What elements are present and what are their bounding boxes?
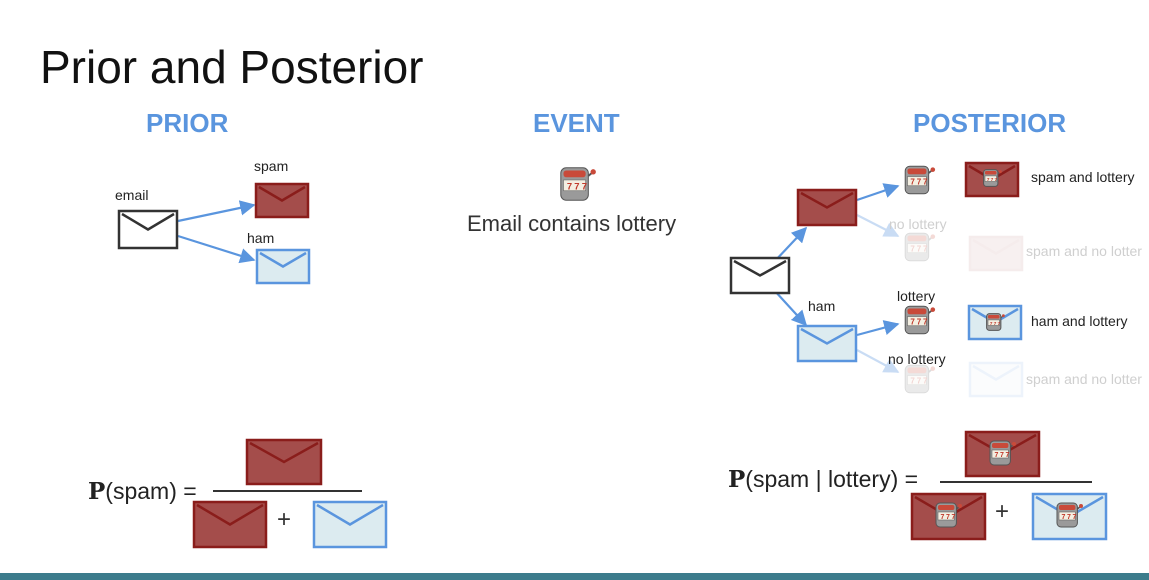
arrow-email-to-ham	[177, 234, 256, 264]
svg-text:7: 7	[917, 245, 922, 254]
envelope-icon-posterior-ham	[796, 324, 858, 363]
no-lottery-label-spam: no lottery	[889, 216, 947, 232]
svg-text:7: 7	[995, 452, 999, 459]
envelope-icon-email	[117, 209, 179, 250]
svg-text:7: 7	[923, 318, 928, 327]
envelope-icon-outcome-spam-no-lottery	[968, 235, 1024, 272]
envelope-icon-formula-prior-numerator	[245, 438, 323, 486]
arrow-email-to-ham-post	[773, 289, 808, 327]
svg-text:7: 7	[941, 514, 945, 521]
svg-text:7: 7	[923, 377, 928, 386]
slot-machine-icon-event: 777	[560, 167, 596, 201]
svg-text:7: 7	[1006, 452, 1010, 459]
svg-text:7: 7	[1062, 514, 1066, 521]
prior-formula-P: P	[88, 478, 106, 505]
outcome-spam-and-no-lottery: spam and no lotter	[1026, 243, 1142, 259]
prior-plus-sign: +	[277, 506, 292, 533]
ham-label-posterior: ham	[808, 298, 836, 314]
svg-text:7: 7	[994, 321, 997, 327]
svg-text:7: 7	[990, 321, 993, 327]
outcome-spam-and-lottery: spam and lottery	[1031, 169, 1135, 185]
svg-text:7: 7	[574, 181, 579, 192]
outcome-ham-and-no-lottery: spam and no lotter	[1026, 371, 1142, 387]
bottom-bar	[0, 573, 1149, 580]
envelope-icon-posterior-email	[729, 256, 791, 295]
svg-text:7: 7	[917, 178, 922, 187]
svg-text:7: 7	[910, 377, 915, 386]
event-text: Email contains lottery	[467, 211, 677, 236]
envelope-icon-spam	[254, 182, 310, 219]
slot-machine-icon-spam-lottery: 777	[904, 165, 936, 195]
svg-text:7: 7	[987, 177, 990, 183]
svg-text:7: 7	[997, 321, 1000, 327]
arrow-spam-to-lottery	[856, 183, 900, 202]
svg-text:7: 7	[923, 245, 928, 254]
svg-text:7: 7	[910, 318, 915, 327]
svg-text:7: 7	[946, 514, 950, 521]
svg-text:7: 7	[994, 177, 997, 183]
spam-label: spam	[254, 158, 289, 174]
svg-text:7: 7	[991, 177, 994, 183]
envelope-icon-formula-prior-denom-spam	[192, 500, 268, 549]
svg-text:7: 7	[952, 514, 956, 521]
posterior-formula-lhs: P(spam | lottery) =	[728, 466, 918, 493]
envelope-icon-formula-prior-denom-ham	[312, 500, 388, 549]
slot-machine-icon-spam-no-lottery: 777	[904, 232, 936, 262]
slot-machine-icon-ham-no-lottery: 777	[904, 364, 936, 394]
svg-text:7: 7	[582, 181, 587, 192]
envelope-icon-outcome-ham-no-lottery	[968, 361, 1024, 398]
posterior-formula-P: P	[728, 466, 746, 493]
svg-text:7: 7	[1000, 452, 1004, 459]
envelope-icon-ham	[255, 248, 311, 285]
posterior-formula-arg: (spam | lottery) =	[745, 466, 919, 492]
lottery-label: lottery	[897, 288, 936, 304]
svg-text:7: 7	[917, 318, 922, 327]
prior-formula-arg: (spam) =	[105, 478, 197, 504]
arrow-email-to-spam	[177, 200, 256, 223]
no-lottery-label-ham: no lottery	[888, 351, 946, 367]
email-label: email	[115, 187, 149, 203]
prior-formula-lhs: P(spam) =	[88, 478, 197, 505]
svg-text:7: 7	[910, 245, 915, 254]
svg-text:7: 7	[910, 178, 915, 187]
svg-text:7: 7	[917, 377, 922, 386]
svg-text:7: 7	[923, 178, 928, 187]
posterior-plus-sign: +	[995, 498, 1010, 525]
outcome-ham-and-lottery: ham and lottery	[1031, 313, 1128, 329]
svg-text:7: 7	[1073, 514, 1077, 521]
svg-text:7: 7	[1067, 514, 1071, 521]
svg-text:7: 7	[567, 181, 572, 192]
ham-label: ham	[247, 230, 275, 246]
envelope-icon-posterior-spam	[796, 188, 858, 227]
arrow-ham-to-lottery	[856, 320, 900, 337]
slot-machine-icon-ham-lottery: 777	[904, 305, 936, 335]
